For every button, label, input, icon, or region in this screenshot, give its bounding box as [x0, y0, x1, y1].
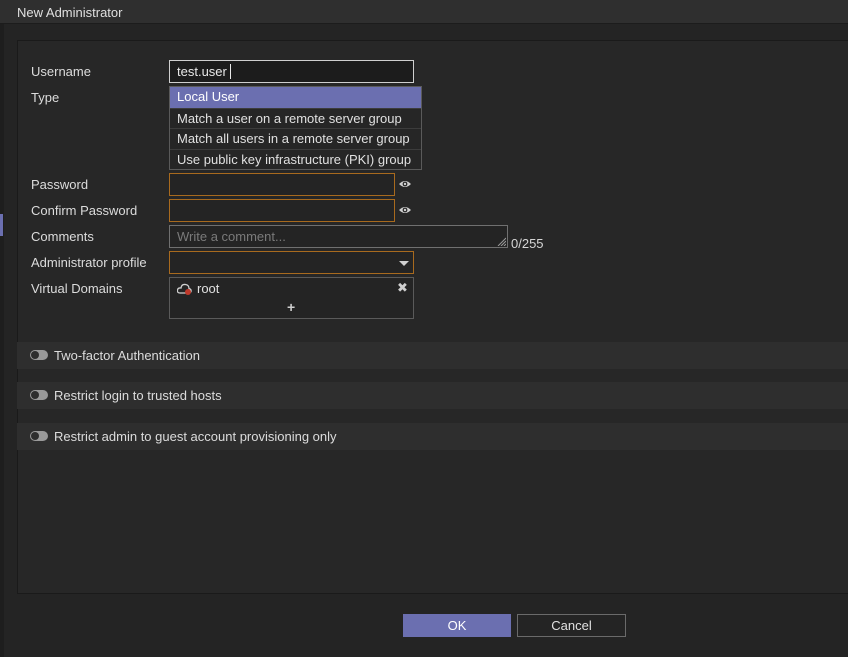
- form-panel: [17, 40, 848, 594]
- password-input[interactable]: [169, 173, 395, 196]
- two-factor-toggle[interactable]: [30, 350, 48, 360]
- guest-provisioning-label: Restrict admin to guest account provisio…: [54, 429, 337, 444]
- plus-icon[interactable]: +: [287, 299, 295, 315]
- ok-button[interactable]: OK: [403, 614, 511, 637]
- type-option-local-user[interactable]: Local User: [170, 87, 421, 108]
- resize-handle-icon[interactable]: [496, 236, 506, 246]
- type-option-pki-group[interactable]: Use public key infrastructure (PKI) grou…: [170, 148, 421, 169]
- username-value: test.user: [177, 64, 227, 79]
- eye-icon[interactable]: [398, 179, 412, 189]
- virtual-domains-box[interactable]: root ✖ +: [169, 277, 414, 319]
- confirm-password-input[interactable]: [169, 199, 395, 222]
- background-nav-marker: [0, 214, 3, 236]
- confirm-password-label: Confirm Password: [31, 203, 138, 218]
- guest-provisioning-section[interactable]: Restrict admin to guest account provisio…: [17, 423, 848, 450]
- trusted-hosts-toggle[interactable]: [30, 390, 48, 400]
- password-label: Password: [31, 177, 89, 192]
- virtual-domains-label: Virtual Domains: [31, 281, 123, 296]
- vdom-item-label: root: [197, 281, 220, 296]
- comments-textarea[interactable]: Write a comment...: [169, 225, 508, 248]
- two-factor-label: Two-factor Authentication: [54, 348, 200, 363]
- close-icon[interactable]: ✖: [397, 280, 408, 296]
- type-option-remote-group[interactable]: Match all users in a remote server group: [170, 128, 421, 149]
- admin-profile-label: Administrator profile: [31, 255, 147, 270]
- comments-label: Comments: [31, 229, 94, 244]
- type-label: Type: [31, 90, 60, 105]
- trusted-hosts-label: Restrict login to trusted hosts: [54, 388, 222, 403]
- chevron-down-icon: [399, 261, 409, 266]
- vdom-cloud-icon: [177, 283, 192, 295]
- username-input[interactable]: test.user: [169, 60, 414, 83]
- cancel-button[interactable]: Cancel: [517, 614, 626, 637]
- dialog-titlebar: New Administrator: [0, 0, 848, 24]
- trusted-hosts-section[interactable]: Restrict login to trusted hosts: [17, 382, 848, 409]
- admin-profile-select[interactable]: [169, 251, 414, 274]
- username-label: Username: [31, 64, 91, 79]
- type-dropdown-list[interactable]: Local User Match a user on a remote serv…: [169, 86, 422, 170]
- comments-char-count: 0/255: [511, 236, 544, 251]
- background-left-strip: [0, 24, 4, 657]
- text-caret: [230, 64, 231, 79]
- comments-placeholder: Write a comment...: [177, 229, 286, 244]
- eye-icon[interactable]: [398, 205, 412, 215]
- two-factor-section[interactable]: Two-factor Authentication: [17, 342, 848, 369]
- guest-provisioning-toggle[interactable]: [30, 431, 48, 441]
- type-option-remote-user[interactable]: Match a user on a remote server group: [170, 107, 421, 128]
- dialog-title: New Administrator: [17, 5, 123, 20]
